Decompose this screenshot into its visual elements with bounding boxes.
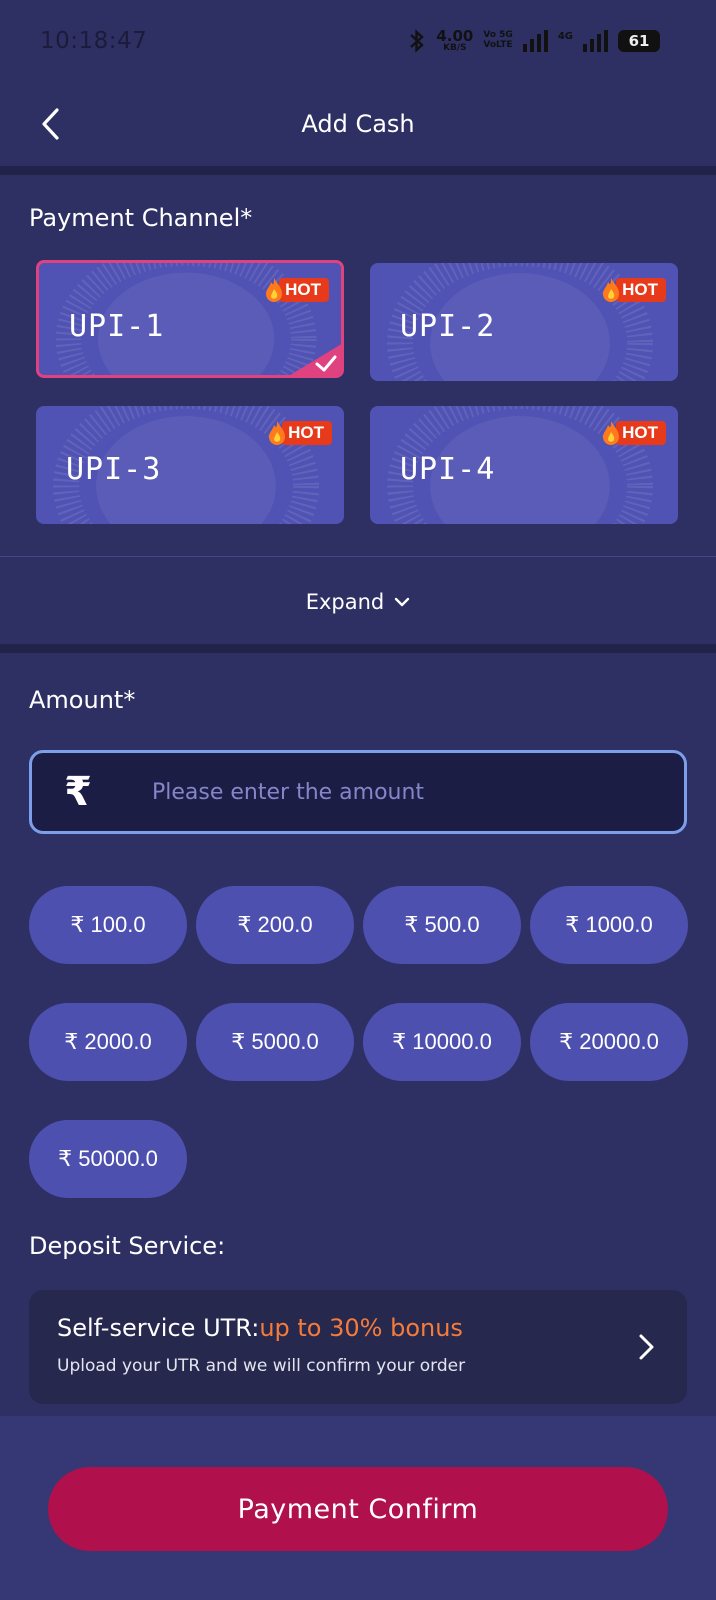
- status-time: 10:18:47: [40, 28, 148, 54]
- section-divider: [0, 644, 716, 653]
- check-icon: [290, 344, 341, 375]
- back-button[interactable]: [30, 104, 70, 144]
- chevron-right-icon: [639, 1334, 654, 1360]
- chevron-down-icon: [395, 597, 410, 607]
- battery-level: 61: [628, 32, 650, 50]
- page-title: Add Cash: [301, 110, 415, 138]
- hot-badge: HOT: [264, 275, 329, 305]
- channel-label: UPI-3: [66, 452, 162, 487]
- amount-preset-20000[interactable]: ₹ 20000.0: [530, 1003, 688, 1081]
- amount-field[interactable]: ₹: [29, 750, 687, 834]
- network-speed: 4.00 KB/S: [436, 27, 474, 53]
- hot-badge: HOT: [267, 418, 332, 448]
- channel-divider: [0, 556, 716, 557]
- amount-preset-2000[interactable]: ₹ 2000.0: [29, 1003, 187, 1081]
- amount-preset-5000[interactable]: ₹ 5000.0: [196, 1003, 354, 1081]
- channel-card-upi-4[interactable]: HOT UPI-4: [370, 406, 678, 524]
- amount-label: Amount*: [29, 686, 136, 714]
- rupee-icon: ₹: [64, 769, 92, 815]
- payment-confirm-button[interactable]: Payment Confirm: [48, 1467, 668, 1551]
- header-divider: [0, 166, 716, 175]
- channel-card-upi-2[interactable]: HOT UPI-2: [370, 263, 678, 381]
- amount-preset-500[interactable]: ₹ 500.0: [363, 886, 521, 964]
- bonus-text: up to 30% bonus: [259, 1314, 463, 1342]
- amount-preset-1000[interactable]: ₹ 1000.0: [530, 886, 688, 964]
- flame-icon: [603, 421, 620, 445]
- expand-label: Expand: [305, 590, 385, 614]
- channel-label: UPI-4: [400, 452, 496, 487]
- amount-preset-200[interactable]: ₹ 200.0: [196, 886, 354, 964]
- self-service-utr-card[interactable]: Self-service UTR:up to 30% bonus Upload …: [29, 1290, 687, 1404]
- volte-indicator: Vo 5G VoLTE: [483, 30, 513, 50]
- payment-channel-label: Payment Channel*: [29, 204, 253, 232]
- channel-label: UPI-2: [400, 309, 496, 344]
- chevron-left-icon: [42, 108, 59, 140]
- hot-badge: HOT: [601, 418, 666, 448]
- hot-badge: HOT: [601, 275, 666, 305]
- channel-label: UPI-1: [69, 309, 165, 344]
- service-description: Upload your UTR and we will confirm your…: [57, 1356, 466, 1376]
- status-icons: 4.00 KB/S Vo 5G VoLTE 4G 61: [408, 29, 660, 53]
- deposit-service-label: Deposit Service:: [29, 1232, 226, 1260]
- amount-preset-100[interactable]: ₹ 100.0: [29, 886, 187, 964]
- status-bar: 10:18:47 4.00 KB/S Vo 5G VoLTE 4G 61: [0, 0, 716, 82]
- network-type: 4G: [557, 31, 573, 42]
- flame-icon: [269, 421, 286, 445]
- channel-card-upi-1[interactable]: HOT UPI-1: [36, 260, 344, 378]
- amount-preset-50000[interactable]: ₹ 50000.0: [29, 1120, 187, 1198]
- app-header: Add Cash: [0, 82, 716, 166]
- channel-card-upi-3[interactable]: HOT UPI-3: [36, 406, 344, 524]
- bluetooth-icon: [410, 29, 425, 53]
- expand-button[interactable]: Expand: [0, 580, 716, 624]
- signal-strength-icon-2: [583, 30, 608, 52]
- service-title: Self-service UTR:up to 30% bonus: [57, 1314, 463, 1342]
- signal-strength-icon: [522, 30, 548, 52]
- flame-icon: [603, 278, 620, 302]
- flame-icon: [266, 278, 283, 302]
- amount-input[interactable]: [122, 753, 684, 831]
- amount-preset-10000[interactable]: ₹ 10000.0: [363, 1003, 521, 1081]
- battery-icon: 61: [618, 30, 660, 52]
